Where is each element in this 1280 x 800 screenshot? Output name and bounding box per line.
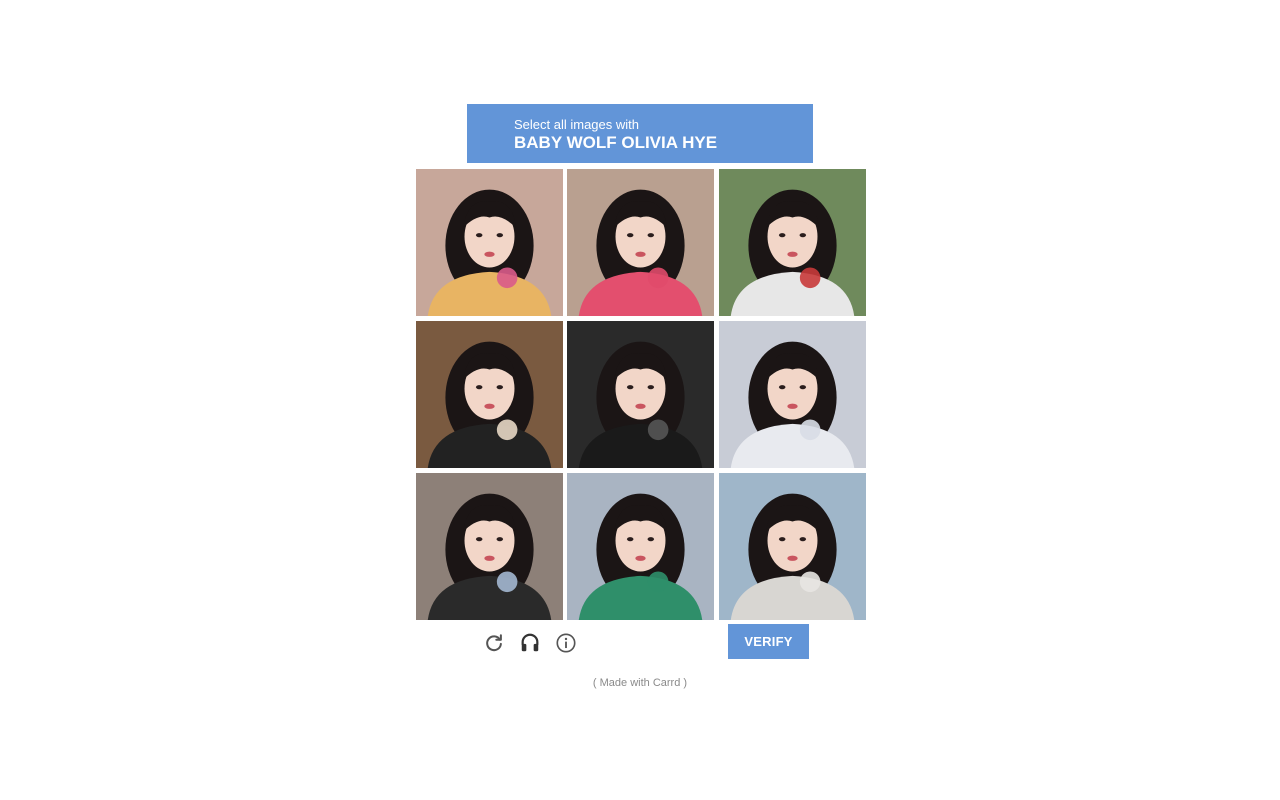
reload-button[interactable]	[483, 632, 505, 654]
image-tile-7[interactable]	[416, 473, 563, 620]
image-tile-3[interactable]	[719, 169, 866, 316]
info-button[interactable]	[555, 632, 577, 654]
image-tile-6[interactable]	[719, 321, 866, 468]
tile-photo	[719, 473, 866, 620]
reload-icon	[486, 634, 502, 652]
challenge-subtitle: Select all images with	[514, 117, 639, 132]
tile-photo	[567, 321, 714, 468]
challenge-target: BABY WOLF OLIVIA HYE	[514, 133, 718, 152]
audio-button[interactable]	[519, 632, 541, 654]
verify-button[interactable]: VERIFY	[728, 624, 809, 659]
tile-photo	[719, 169, 866, 316]
tile-photo	[719, 321, 866, 468]
tile-photo	[416, 473, 563, 620]
image-tile-9[interactable]	[719, 473, 866, 620]
headphones-icon	[521, 633, 539, 652]
challenge-header: Select all images with BABY WOLF OLIVIA …	[467, 104, 813, 163]
info-icon	[556, 633, 576, 653]
tile-photo	[567, 473, 714, 620]
image-tile-5[interactable]	[567, 321, 714, 468]
made-with-carrd-link[interactable]: ( Made with Carrd )	[0, 677, 1280, 689]
tile-photo	[567, 169, 714, 316]
image-tile-4[interactable]	[416, 321, 563, 468]
image-tile-2[interactable]	[567, 169, 714, 316]
tile-photo	[416, 321, 563, 468]
tile-photo	[416, 169, 563, 316]
image-tile-8[interactable]	[567, 473, 714, 620]
image-tile-1[interactable]	[416, 169, 563, 316]
